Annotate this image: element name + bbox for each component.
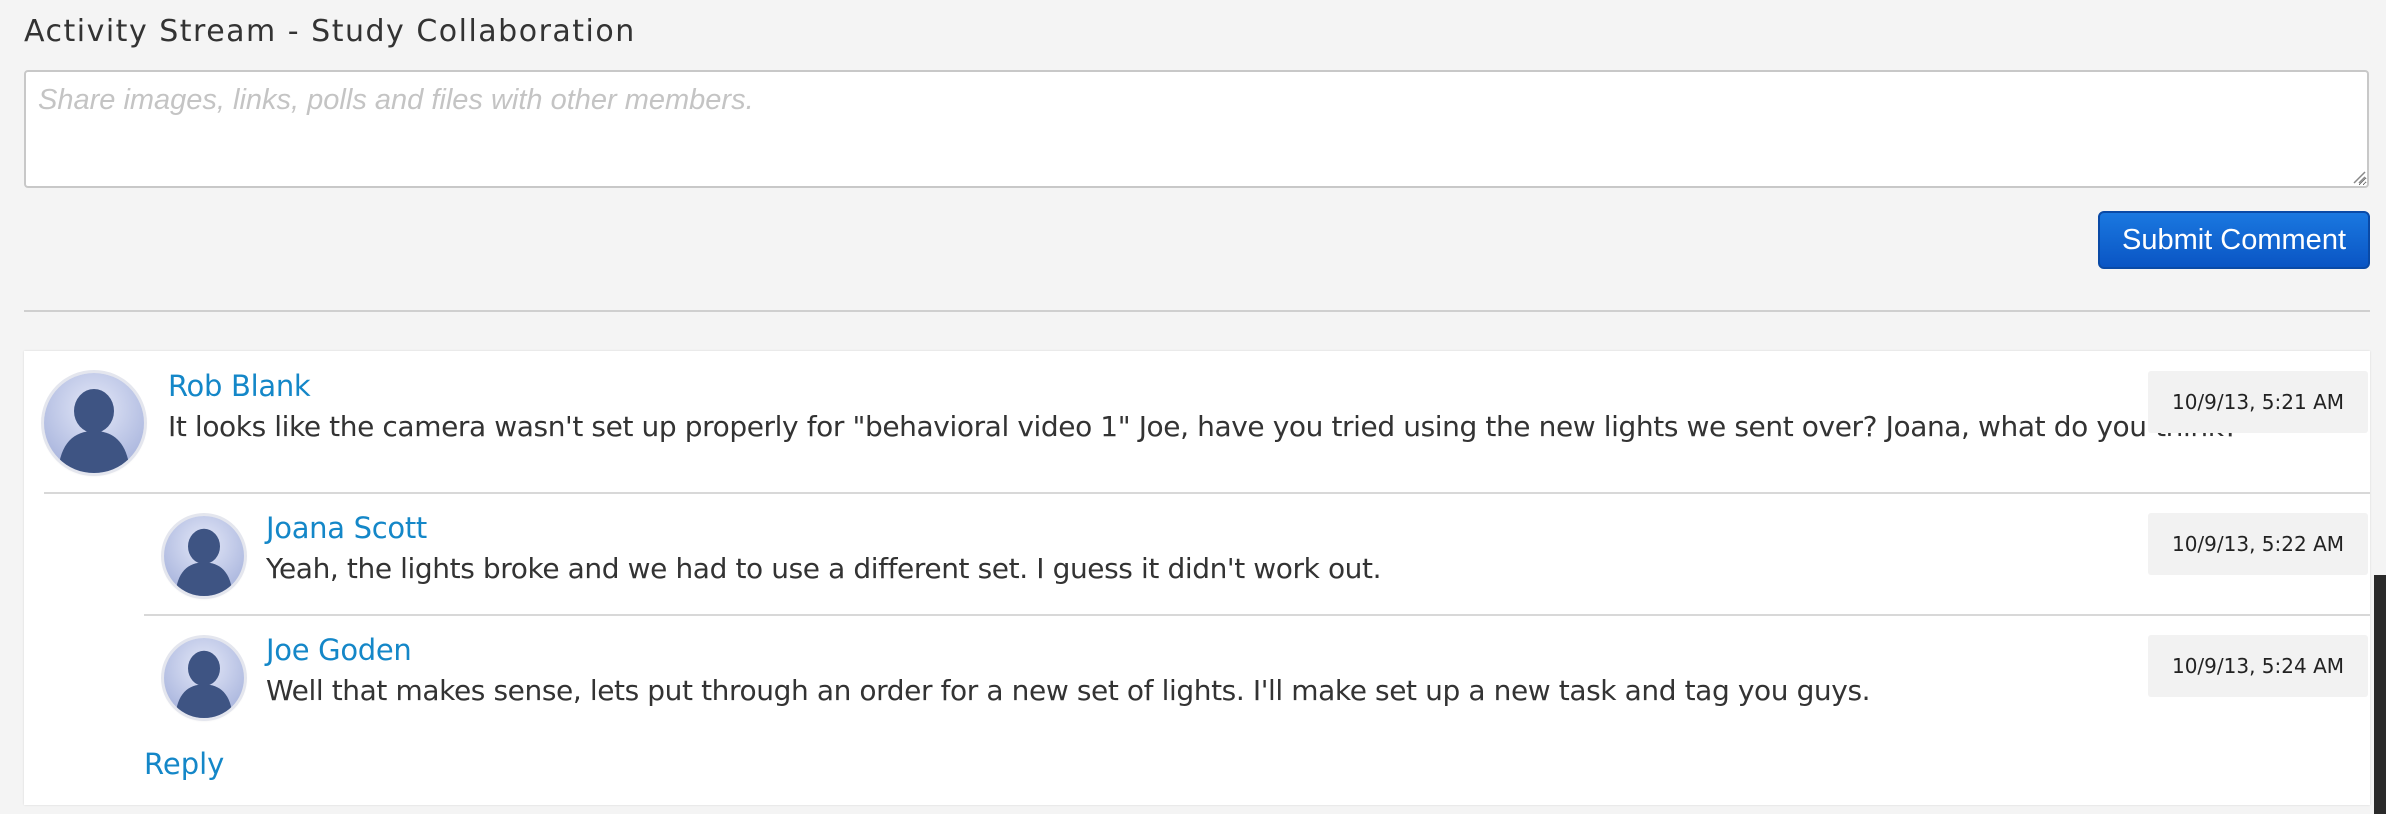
person-silhouette-icon xyxy=(175,650,233,718)
reply-author-link[interactable]: Joe Goden xyxy=(266,633,412,667)
post-divider xyxy=(44,492,2370,494)
section-divider xyxy=(24,310,2370,312)
reply-author-link[interactable]: Joana Scott xyxy=(266,511,427,545)
post-author-link[interactable]: Rob Blank xyxy=(168,369,311,403)
person-silhouette-icon xyxy=(58,389,130,473)
reply-timestamp: 10/9/13, 5:22 AM xyxy=(2148,513,2368,575)
reply-timestamp: 10/9/13, 5:24 AM xyxy=(2148,635,2368,697)
comment-input[interactable] xyxy=(24,70,2369,188)
submit-comment-button[interactable]: Submit Comment xyxy=(2098,211,2370,269)
page-title: Activity Stream - Study Collaboration xyxy=(24,14,636,49)
post-text: It looks like the camera wasn't set up p… xyxy=(168,410,2239,443)
person-silhouette-icon xyxy=(175,528,233,596)
avatar-rob-blank[interactable] xyxy=(44,373,144,473)
scrollbar[interactable] xyxy=(2374,575,2386,814)
reply-text: Yeah, the lights broke and we had to use… xyxy=(266,552,1382,585)
reply-text: Well that makes sense, lets put through … xyxy=(266,674,1871,707)
resize-grip-icon[interactable] xyxy=(2352,170,2366,184)
avatar-joe-goden[interactable] xyxy=(164,638,244,718)
post-timestamp: 10/9/13, 5:21 AM xyxy=(2148,371,2368,433)
reply-link[interactable]: Reply xyxy=(144,747,224,781)
avatar-joana-scott[interactable] xyxy=(164,516,244,596)
reply-divider xyxy=(144,614,2370,616)
activity-thread-card: Rob Blank It looks like the camera wasn'… xyxy=(24,351,2370,805)
